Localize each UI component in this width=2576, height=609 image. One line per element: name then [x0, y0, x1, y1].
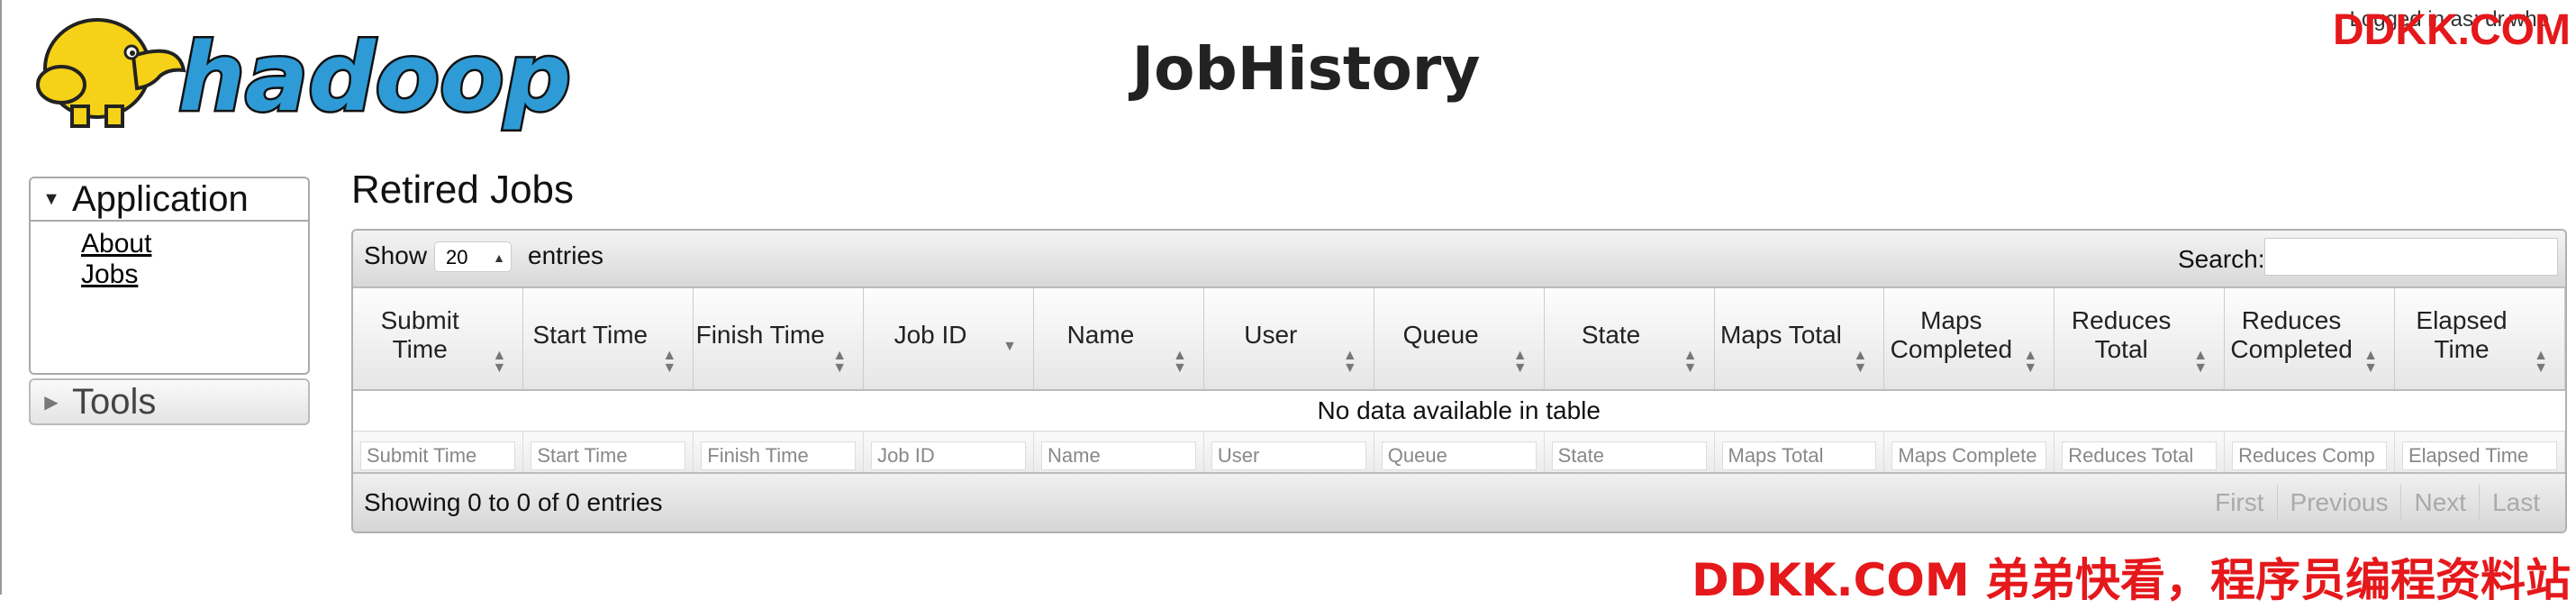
nav-application-panel: ▼ Application About Jobs [29, 177, 310, 375]
window-left-border [0, 0, 2, 595]
column-header-2[interactable]: Finish Time ▲ ▼ [693, 288, 865, 391]
sort-both-icon: ▲ ▼ [2534, 348, 2548, 376]
page-length-value: 20 [446, 246, 468, 268]
jobs-table-panel: Show 20 ▲ entries Search: Submit Time ▲ ▼ S… [351, 229, 2567, 533]
pager-first[interactable]: First [2202, 485, 2276, 521]
jobs-table: Submit Time ▲ ▼ Start Time ▲ ▼ Finish Time ▲ ▼ Jo… [353, 288, 2565, 480]
column-header-label: Maps Completed [1890, 306, 2013, 363]
triangle-right-icon: ▶ [44, 392, 59, 413]
column-header-5[interactable]: User ▲ ▼ [1203, 288, 1374, 391]
column-filter-input[interactable]: Maps Total [1721, 441, 1877, 470]
sort-both-icon: ▲ ▼ [1342, 348, 1357, 376]
column-header-12[interactable]: Elapsed Time ▲ ▼ [2394, 288, 2565, 391]
column-header-label: Name [1066, 321, 1135, 349]
column-header-label: Elapsed Time [2416, 306, 2508, 363]
empty-row: No data available in table [353, 390, 2565, 432]
column-header-3[interactable]: Job ID ▼ [863, 288, 1034, 391]
column-header-label: User [1244, 321, 1298, 349]
pager-previous[interactable]: Previous [2276, 485, 2401, 521]
column-header-label: Maps Total [1719, 321, 1842, 349]
sort-both-icon: ▲ ▼ [492, 348, 507, 376]
column-header-8[interactable]: Maps Total ▲ ▼ [1714, 288, 1885, 391]
nav-link-about[interactable]: About [81, 229, 308, 259]
page-title: JobHistory [1131, 34, 1481, 104]
column-header-6[interactable]: Queue ▲ ▼ [1374, 288, 1545, 391]
sort-both-icon: ▲ ▼ [2193, 348, 2209, 376]
watermark-bottom: DDKK.COM 弟弟快看，程序员编程资料站 [1692, 554, 2571, 606]
column-header-label: Finish Time [695, 321, 825, 349]
column-filter-input[interactable]: User [1211, 441, 1366, 470]
sort-both-icon: ▲ ▼ [2023, 348, 2038, 376]
nav-application-header[interactable]: ▼ Application [31, 178, 308, 222]
sort-both-icon: ▲ ▼ [1173, 348, 1187, 376]
search-label: Search: [2178, 245, 2265, 273]
column-filter-input[interactable]: State [1551, 441, 1707, 470]
column-header-label: Reduces Total [2071, 306, 2172, 363]
nav-tools-panel[interactable]: ▶ Tools [29, 378, 310, 425]
section-title: Retired Jobs [351, 168, 575, 212]
watermark-top: DDKK.COM [2333, 6, 2571, 54]
column-filter-input[interactable]: Name [1041, 441, 1196, 470]
show-label: Show [364, 241, 428, 269]
column-header-4[interactable]: Name ▲ ▼ [1033, 288, 1204, 391]
column-header-label: Submit Time [380, 306, 459, 363]
nav-application-label: Application [72, 178, 249, 219]
column-header-label: Start Time [532, 321, 649, 349]
table-header-row: Submit Time ▲ ▼ Start Time ▲ ▼ Finish Time ▲ ▼ Jo… [353, 288, 2565, 391]
column-header-label: State [1581, 321, 1641, 349]
entries-label: entries [528, 241, 604, 269]
table-toolbar: Show 20 ▲ entries Search: [353, 231, 2565, 288]
pagination: First Previous Next Last [2202, 485, 2553, 521]
sort-both-icon: ▲ ▼ [832, 348, 848, 376]
pager-next[interactable]: Next [2400, 485, 2479, 521]
triangle-down-icon: ▼ [42, 188, 60, 209]
sort-both-icon: ▲ ▼ [1853, 348, 1868, 376]
column-header-label: Queue [1402, 321, 1479, 349]
sort-both-icon: ▲ ▼ [1512, 348, 1528, 376]
column-header-1[interactable]: Start Time ▲ ▼ [522, 288, 694, 391]
column-header-0[interactable]: Submit Time ▲ ▼ [353, 288, 524, 391]
column-header-label: Job ID [893, 321, 967, 349]
column-filter-input[interactable]: Start Time [531, 441, 686, 470]
column-filter-input[interactable]: Queue [1381, 441, 1537, 470]
sort-both-icon: ▲ ▼ [662, 348, 677, 376]
sort-both-icon: ▲ ▼ [2363, 348, 2378, 376]
select-arrows-icon: ▲ [493, 250, 505, 265]
column-header-11[interactable]: Reduces Completed ▲ ▼ [2224, 288, 2395, 391]
page-length-select[interactable]: 20 ▲ [434, 241, 512, 272]
column-filter-input[interactable]: Reduces Comp [2232, 441, 2387, 470]
column-filter-input[interactable]: Job ID [871, 441, 1026, 470]
pager-last[interactable]: Last [2479, 485, 2553, 521]
nav-tools-header[interactable]: ▶ Tools [31, 380, 308, 423]
column-header-10[interactable]: Reduces Total ▲ ▼ [2054, 288, 2226, 391]
column-header-7[interactable]: State ▲ ▼ [1544, 288, 1715, 391]
table-footer: Showing 0 to 0 of 0 entries First Previo… [353, 472, 2565, 532]
column-header-label: Reduces Completed [2230, 306, 2353, 363]
search-input[interactable] [2264, 238, 2558, 276]
column-filter-input[interactable]: Maps Complete [1891, 441, 2047, 470]
column-filter-input[interactable]: Reduces Total [2062, 441, 2218, 470]
column-filter-input[interactable]: Submit Time [360, 441, 516, 470]
sort-both-icon: ▲ ▼ [1683, 348, 1698, 376]
column-header-9[interactable]: Maps Completed ▲ ▼ [1883, 288, 2055, 391]
column-filter-input[interactable]: Elapsed Time [2402, 441, 2557, 470]
empty-message: No data available in table [353, 390, 2565, 432]
nav-tools-label: Tools [72, 381, 157, 422]
column-filter-input[interactable]: Finish Time [701, 441, 857, 470]
sort-desc-icon: ▼ [1002, 339, 1017, 354]
table-info: Showing 0 to 0 of 0 entries [364, 488, 663, 516]
nav-link-jobs[interactable]: Jobs [81, 259, 308, 290]
